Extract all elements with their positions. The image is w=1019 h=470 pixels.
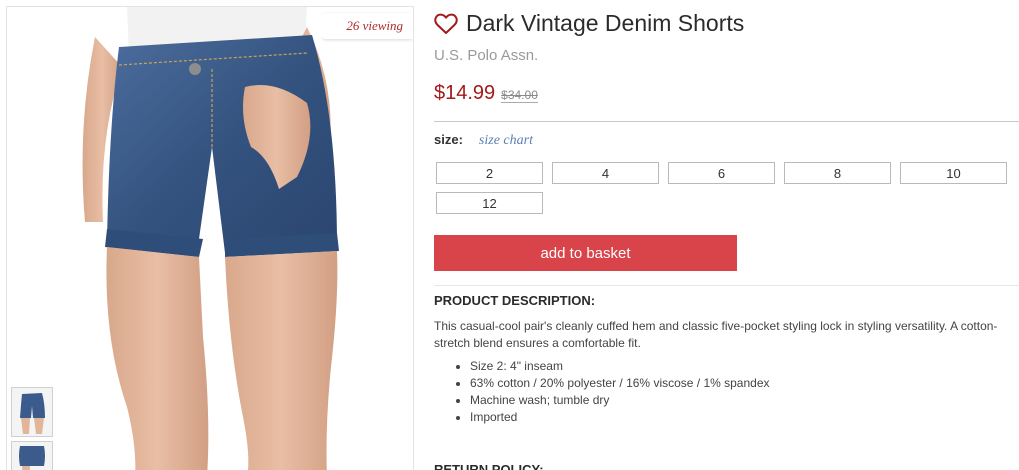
- product-page: 26 viewing Dark Vintage Denim Shorts U.S…: [0, 0, 1019, 470]
- size-option-8[interactable]: 8: [784, 162, 891, 184]
- size-option-10[interactable]: 10: [900, 162, 1007, 184]
- size-option-2[interactable]: 2: [436, 162, 543, 184]
- divider: [434, 121, 1019, 122]
- size-chart-link[interactable]: size chart: [479, 133, 533, 149]
- list-item: Machine wash; tumble dry: [470, 392, 770, 409]
- size-label: size:: [434, 132, 463, 147]
- heart-outline-icon[interactable]: [434, 13, 458, 35]
- add-to-basket-button[interactable]: add to basket: [434, 235, 737, 271]
- thumbnail-side[interactable]: [11, 441, 53, 470]
- brand-name[interactable]: U.S. Polo Assn.: [434, 47, 538, 64]
- title-row: Dark Vintage Denim Shorts: [434, 10, 744, 37]
- thumbnail-front[interactable]: [11, 387, 53, 437]
- product-main-image[interactable]: [7, 7, 413, 470]
- product-gallery: 26 viewing: [6, 6, 414, 470]
- sale-price: $14.99: [434, 82, 496, 104]
- viewing-count-badge: 26 viewing: [311, 13, 413, 39]
- price-row: $14.99 $34.00: [434, 82, 538, 105]
- description-text: This casual-cool pair's cleanly cuffed h…: [434, 319, 998, 350]
- description-heading: PRODUCT DESCRIPTION:: [434, 293, 596, 308]
- thumbnail-image: [12, 388, 52, 436]
- return-policy-heading: RETURN POLICY:: [434, 462, 544, 470]
- divider: [434, 285, 1019, 286]
- size-option-12[interactable]: 12: [436, 192, 543, 214]
- list-item: Size 2: 4" inseam: [470, 358, 770, 375]
- original-price: $34.00: [501, 88, 538, 103]
- product-info: Dark Vintage Denim Shorts U.S. Polo Assn…: [434, 0, 1019, 470]
- size-options: 2 4 6 8 10 12: [436, 162, 1016, 214]
- thumbnail-image: [12, 442, 52, 470]
- size-option-6[interactable]: 6: [668, 162, 775, 184]
- size-option-4[interactable]: 4: [552, 162, 659, 184]
- list-item: Imported: [470, 409, 770, 426]
- description-bullets: Size 2: 4" inseam 63% cotton / 20% polye…: [454, 358, 770, 426]
- product-title: Dark Vintage Denim Shorts: [466, 10, 745, 36]
- size-selector-header: size: size chart: [434, 132, 533, 149]
- list-item: 63% cotton / 20% polyester / 16% viscose…: [470, 375, 770, 392]
